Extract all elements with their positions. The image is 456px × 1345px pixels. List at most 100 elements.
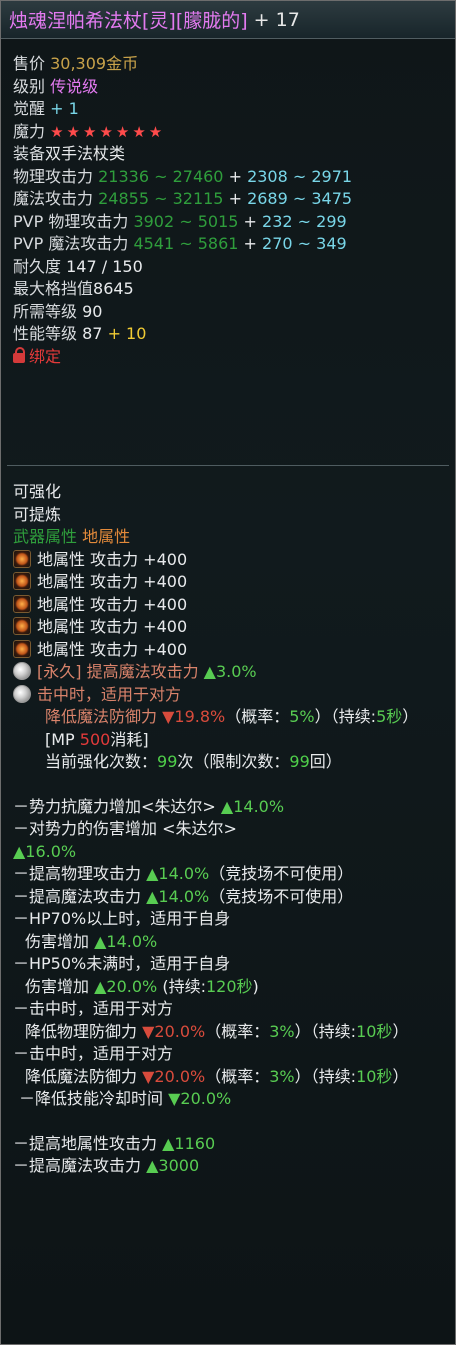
bonus-rate: 3% [269,1066,295,1086]
bonus-duration: 10秒 [356,1066,393,1086]
bonus-text: －提高魔法攻击力 [13,886,147,906]
rate-suffix: ）（ [294,1021,319,1041]
equip-row: 装备双手法杖类 [13,143,443,166]
bonus-line: －HP70%以上时，适用于自身 [13,908,443,931]
grade-value: 传说级 [50,76,99,96]
req-level-value: 90 [82,301,103,321]
bonus-value: ▲14.0% [146,864,210,883]
magic-stars-icon: ★★★★★★★ [50,122,166,141]
enhance-count-label: 当前强化次数： [45,752,158,771]
durability-value: 147 / 150 [66,256,143,276]
block-value: 8645 [93,279,134,298]
bonus-value: ▲1160 [162,1133,216,1153]
mag-attack-row: 魔法攻击力 24855 ~ 32115 + 2689 ~ 3475 [13,188,443,211]
bonus-text: 降低魔法防御力 [25,1066,143,1086]
bonus-line: 降低物理防御力 ▼20.0%（概率：3%）（持续:10秒） [13,1021,443,1044]
enhance-level: + 17 [253,8,300,31]
bonus-line: 降低魔法防御力 ▼20.0%（概率：3%）（持续:10秒） [13,1066,443,1089]
rate-prefix: （概率： [225,707,290,726]
bonus-line: －击中时，适用于对方 [13,998,443,1021]
bonus-note: （竞技场不可使用） [209,886,354,906]
durability-label: 耐久度 [13,256,62,276]
earth-attr-text: 地属性 攻击力 +400 [37,594,188,614]
item-properties: 可强化 可提炼 武器属性 地属性 地属性 攻击力 +400 地属性 攻击力 +4… [13,481,443,1178]
rate-prefix: （概率： [205,1066,270,1086]
item-title-bar: 烛魂涅帕希法杖[灵][朦胧的] + 17 [1,1,455,39]
bonus-value: ▼20.0% [142,1066,206,1086]
permanent-effect-text: [永久] 提高魔法攻击力 [37,662,204,681]
bonus-condition: －击中时，适用于对方 [13,999,174,1018]
earth-attr-text: 地属性 攻击力 +400 [37,572,188,591]
bonus-line: －提高魔法攻击力 ▲3000 [13,1155,443,1178]
bonus-condition: －HP70%以上时，适用于自身 [13,909,231,928]
earth-orb-icon [13,617,31,635]
pvp-phys-bonus: 232 ~ 299 [262,211,347,231]
pvp-phys-label: PVP 物理攻击力 [13,211,129,231]
bonus-line: －势力抗魔力增加<朱达尔> ▲14.0% [13,796,443,819]
bonus-condition: －击中时，适用于对方 [13,1044,174,1063]
req-level-label: 所需等级 [13,301,78,321]
earth-orb-icon [13,594,31,613]
bonus-value: ▼20.0% [142,1021,206,1041]
awaken-row: 觉醒 + 1 [13,98,443,121]
bonus-value: ▲20.0% [94,976,158,996]
perf-level-row: 性能等级 87 + 10 [13,323,443,346]
bonus-line: －提高物理攻击力 ▲14.0%（竞技场不可使用） [13,863,443,886]
bonus-text: 伤害增加 [25,976,95,996]
duration-suffix: ) [252,976,259,996]
weapon-attr-value: 地属性 [82,527,131,546]
block-row: 最大格挡值8645 [13,278,443,301]
lock-icon [13,346,25,363]
permanent-effect-value: ▲3.0% [203,662,257,681]
section-divider [7,465,449,466]
block-label: 最大格挡值 [13,279,94,298]
bonus-value: ▲14.0% [220,796,285,816]
bonus-line: 伤害增加 ▲14.0% [13,931,443,954]
duration-prefix: (持续: [157,976,206,996]
bonus-note: （竞技场不可使用） [209,864,354,883]
refinable-text: 可提炼 [13,504,62,524]
magic-label: 魔力 [13,121,46,141]
duration-suffix: ） [402,707,419,726]
bonus-value: ▲16.0% [13,841,77,861]
duration-prefix: 持续: [338,707,377,726]
bonus-text: －对势力的伤害增加 <朱达尔> [13,819,237,838]
plus-sign: + [223,189,248,208]
perf-level-bonus: + 10 [107,324,147,343]
enhanceable-text: 可强化 [13,482,62,501]
bonus-duration: 10秒 [356,1021,393,1041]
plus-sign: + [223,166,248,186]
duration-prefix: 持续: [318,1066,357,1086]
earth-attr-text: 地属性 攻击力 +400 [37,617,188,636]
bonus-line: －提高地属性攻击力 ▲1160 [13,1133,443,1156]
bonus-text: 伤害增加 [25,931,95,951]
rate-prefix: （概率： [205,1021,270,1041]
bonus-value: ▲14.0% [146,886,210,906]
swirl-icon [13,684,31,703]
earth-attr-line: 地属性 攻击力 +400 [13,571,443,594]
earth-orb-icon [13,639,31,658]
durability-row: 耐久度 147 / 150 [13,256,443,279]
earth-attr-line: 地属性 攻击力 +400 [13,594,443,617]
hit-effect-line: 击中时，适用于对方 [13,684,443,707]
bound-label: 绑定 [29,346,62,366]
bonus-line: －HP50%未满时，适用于自身 [13,953,443,976]
grade-label: 级别 [13,76,46,96]
awaken-label: 觉醒 [13,99,46,118]
earth-orb-icon [13,572,31,590]
mp-cost-value: 500 [79,729,111,749]
earth-attr-line: 地属性 攻击力 +400 [13,639,443,662]
enhance-count-line: 当前强化次数：99次（限制次数：99回） [13,751,443,774]
phys-attack-bonus: 2308 ~ 2971 [247,166,353,186]
bonus-text: －提高地属性攻击力 [13,1133,163,1153]
bonus-text: －降低技能冷却时间 [19,1089,169,1108]
grade-row: 级别 传说级 [13,76,443,99]
bonus-condition: －HP50%未满时，适用于自身 [13,954,231,973]
hit-rate-value: 5% [289,707,315,726]
item-name: 烛魂涅帕希法杖[灵][朦胧的] [9,10,248,32]
hit-effect-detail: 降低魔法防御力 ▼19.8%（概率：5%）（持续:5秒） [13,706,443,729]
item-base-stats: 售价 30,309金币 级别 传说级 觉醒 + 1 魔力 ★★★★★★★ 装备双… [13,53,443,368]
bonus-duration: 120秒 [205,976,253,996]
duration-suffix: ） [392,1021,409,1041]
